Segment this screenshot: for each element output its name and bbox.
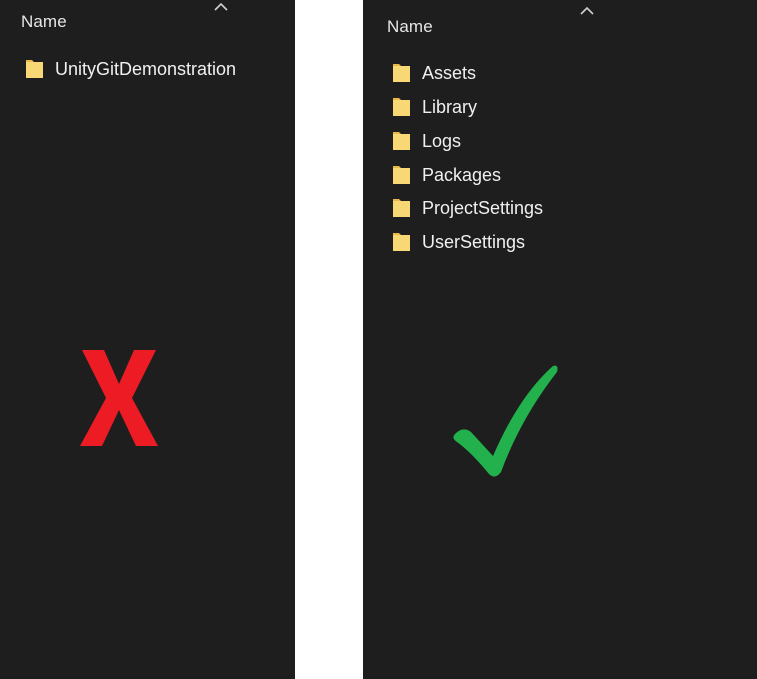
folder-row[interactable]: Logs bbox=[391, 127, 461, 155]
sort-ascending-icon[interactable] bbox=[580, 6, 594, 16]
folder-name: Assets bbox=[422, 62, 477, 83]
name-column-header[interactable]: Name bbox=[21, 12, 67, 32]
folder-name: ProjectSettings bbox=[422, 197, 544, 218]
folder-name: Logs bbox=[422, 130, 462, 151]
x-mark-icon bbox=[80, 350, 158, 446]
folder-icon bbox=[26, 60, 43, 78]
folder-icon bbox=[393, 132, 410, 150]
folder-row[interactable]: Library bbox=[391, 93, 477, 121]
folder-name: Packages bbox=[422, 164, 502, 185]
folder-row[interactable]: Packages bbox=[391, 161, 501, 189]
folder-name: UserSettings bbox=[422, 231, 526, 252]
folder-row[interactable]: UnityGitDemonstration bbox=[24, 55, 236, 83]
sort-ascending-icon[interactable] bbox=[214, 2, 228, 12]
name-column-header[interactable]: Name bbox=[387, 17, 433, 37]
folder-row[interactable]: ProjectSettings bbox=[391, 194, 543, 222]
folder-icon bbox=[393, 166, 410, 184]
folder-icon bbox=[393, 64, 410, 82]
check-mark-icon bbox=[453, 365, 558, 477]
folder-icon bbox=[393, 199, 410, 217]
left-explorer-pane: Name UnityGitDemonstration bbox=[0, 0, 295, 679]
folder-name: Library bbox=[422, 96, 478, 117]
comparison-image: Name UnityGitDemonstration Name Assets L… bbox=[0, 0, 757, 679]
folder-row[interactable]: UserSettings bbox=[391, 228, 525, 256]
folder-name: UnityGitDemonstration bbox=[55, 58, 237, 79]
folder-row[interactable]: Assets bbox=[391, 59, 476, 87]
right-explorer-pane: Name Assets Library Logs Packages Projec… bbox=[363, 0, 757, 679]
folder-icon bbox=[393, 233, 410, 251]
folder-icon bbox=[393, 98, 410, 116]
